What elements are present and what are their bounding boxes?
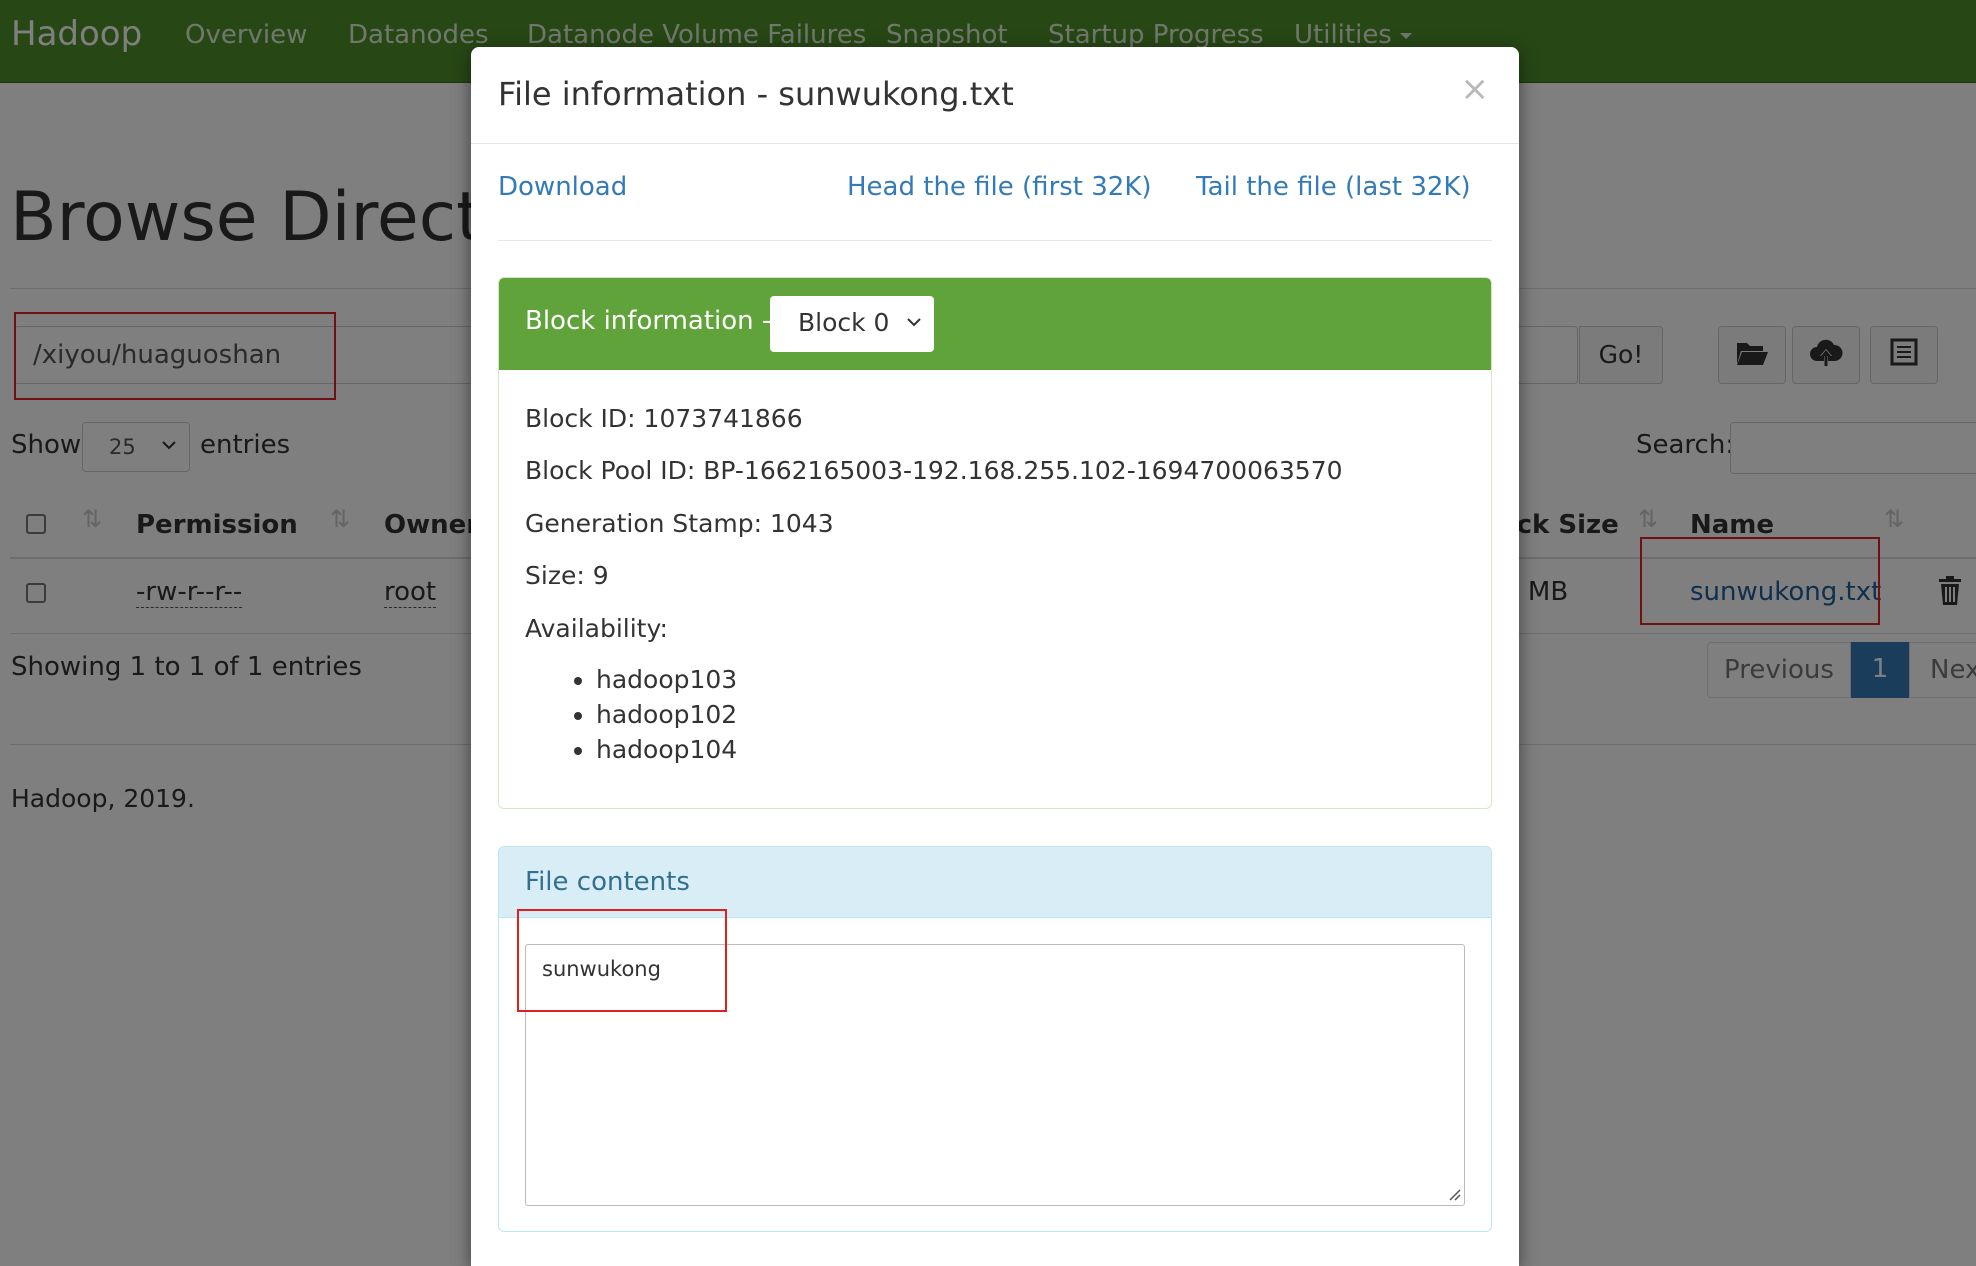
availability-item: hadoop103 <box>574 665 738 694</box>
availability-label: Availability: <box>525 614 668 643</box>
datanode-name: hadoop103 <box>596 665 738 694</box>
contents-panel-title: File contents <box>525 867 690 897</box>
close-icon[interactable]: × <box>1461 69 1490 109</box>
head-file-link[interactable]: Head the file (first 32K) <box>847 172 1152 202</box>
contents-panel-heading: File contents <box>499 847 1491 918</box>
block-pool-id: Block Pool ID: BP-1662165003-192.168.255… <box>525 456 1343 485</box>
block-id: Block ID: 1073741866 <box>525 404 803 433</box>
block-panel-heading: Block information -- Block 0 <box>499 278 1491 370</box>
block-panel-title: Block information -- <box>525 306 781 336</box>
generation-stamp: Generation Stamp: 1043 <box>525 509 834 538</box>
modal-header-divider <box>471 143 1519 144</box>
modal-title: File information - sunwukong.txt <box>498 75 1014 113</box>
block-information-panel: Block information -- Block 0 Block ID: 1… <box>498 277 1492 809</box>
availability-item: hadoop102 <box>574 700 738 729</box>
tail-file-link[interactable]: Tail the file (last 32K) <box>1196 172 1471 202</box>
bullet-icon <box>574 712 582 720</box>
bullet-icon <box>574 677 582 685</box>
block-select-value: Block 0 <box>798 308 890 337</box>
annotation-box-contents <box>517 909 727 1012</box>
resize-grip-icon[interactable] <box>1447 1187 1461 1201</box>
links-divider <box>498 240 1492 241</box>
datanode-name: hadoop102 <box>596 700 738 729</box>
availability-item: hadoop104 <box>574 735 738 764</box>
datanode-name: hadoop104 <box>596 735 738 764</box>
block-size: Size: 9 <box>525 561 609 590</box>
chevron-down-icon <box>907 318 921 327</box>
file-contents-panel: File contents sunwukong <box>498 846 1492 1232</box>
block-select[interactable]: Block 0 <box>770 296 934 352</box>
download-link[interactable]: Download <box>498 172 627 202</box>
file-information-modal: File information - sunwukong.txt × Downl… <box>471 47 1519 1266</box>
bullet-icon <box>574 747 582 755</box>
